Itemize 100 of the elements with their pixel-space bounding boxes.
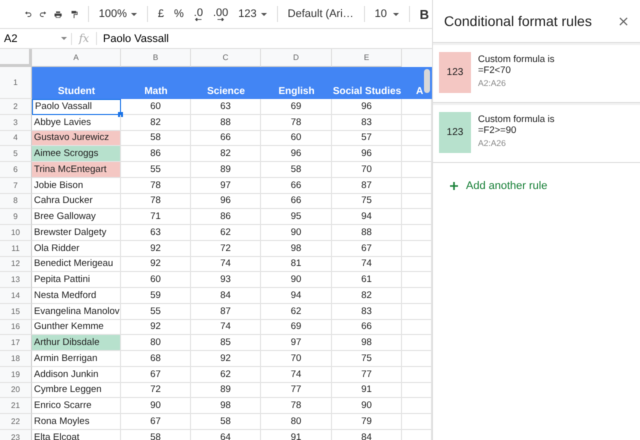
scrollbar-thumb[interactable] [424,69,430,93]
close-icon[interactable] [619,16,628,26]
rule-condition: Custom formula is [478,114,555,125]
rule-range: A2:A26 [478,78,507,88]
table-cell: 92 [121,240,191,256]
table-cell: 82 [191,146,261,162]
row-number[interactable]: 6 [0,162,32,178]
currency-button[interactable]: £ [154,6,168,22]
table-cell: 72 [191,240,261,256]
increase-decimals-button[interactable]: .00 [210,8,232,20]
row-number[interactable]: 23 [0,430,32,440]
table-cell: 70 [332,162,402,178]
row-number[interactable]: 9 [0,209,32,225]
table-cell: Pepita Pattini [32,272,121,288]
table-cell: 62 [261,304,332,320]
row-number[interactable]: 7 [0,178,32,194]
table-cell: 72 [121,382,191,398]
table-cell: 98 [191,398,261,414]
format-preview: 123 [439,112,471,153]
table-cell: 92 [121,320,191,336]
row-number[interactable]: 15 [0,304,32,320]
left-arrow-icon [194,18,202,20]
table-cell: 94 [261,288,332,304]
rule-formula: =F2<70 [478,65,512,76]
font-size-dropdown[interactable]: 10 [372,6,402,22]
row-number[interactable]: 14 [0,288,32,304]
row-number[interactable]: 21 [0,398,32,414]
table-cell: 67 [332,240,402,256]
row-number[interactable]: 20 [0,382,32,398]
table-cell: 91 [261,430,332,440]
table-cell: Rona Moyles [32,414,121,430]
table-cell: 84 [191,288,261,304]
decrease-decimals-button[interactable]: .0 [190,8,206,20]
table-cell: 60 [121,272,191,288]
row-number[interactable]: 3 [0,114,32,130]
table-cell: 78 [121,178,191,194]
table-cell: 83 [332,304,402,320]
add-rule-button[interactable]: Add another rule [450,180,548,192]
row-number[interactable]: 19 [0,366,32,382]
row-number[interactable]: 17 [0,335,32,351]
row-number[interactable]: 22 [0,414,32,430]
table-cell: 67 [121,414,191,430]
table-cell: 68 [121,351,191,367]
table-cell: 83 [332,114,402,130]
table-cell: 84 [332,430,402,440]
row-number[interactable]: 12 [0,256,32,272]
table-cell: 90 [261,272,332,288]
table-cell: 91 [332,382,402,398]
row-number[interactable]: 10 [0,225,32,241]
formula-input[interactable]: Paolo Vassall [97,32,169,44]
table-cell: 74 [191,320,261,336]
format-preview: 123 [439,52,471,93]
row-number[interactable]: 13 [0,272,32,288]
table-cell: 80 [121,335,191,351]
row-number[interactable]: 4 [0,130,32,146]
table-cell: 90 [332,398,402,414]
row-number[interactable]: 18 [0,351,32,367]
number-format-dropdown[interactable]: 123 [235,6,270,22]
table-cell: Cahra Ducker [32,194,121,210]
row-number[interactable]: 8 [0,194,32,210]
font-dropdown[interactable]: Default (Ari… [284,6,357,22]
table-cell: 64 [191,430,261,440]
table-cell: Enrico Scarre [32,398,121,414]
rule-condition: Custom formula is [478,54,555,65]
cell-reference-box[interactable]: A2 [0,32,72,44]
row-number[interactable]: 16 [0,320,32,336]
table-cell: 55 [121,304,191,320]
table-cell: 58 [261,162,332,178]
table-cell: 77 [332,366,402,382]
row-number[interactable]: 11 [0,240,32,256]
table-cell: 71 [121,209,191,225]
table-cell: 96 [332,99,402,115]
table-cell: 59 [121,288,191,304]
table-cell: 60 [261,130,332,146]
table-cell: Gustavo Jurewicz [32,130,121,146]
row-number[interactable]: 5 [0,146,32,162]
bold-button[interactable]: B [416,4,432,24]
table-cell: 90 [261,225,332,241]
table-cell: 58 [191,414,261,430]
table-cell: 69 [261,320,332,336]
zoom-dropdown[interactable]: 100% [96,6,140,22]
table-cell: 90 [121,398,191,414]
header-cell: Math [121,67,191,99]
row-number[interactable]: 2 [0,99,32,115]
table-cell: 61 [332,272,402,288]
table-cell: 86 [191,209,261,225]
row-number[interactable]: 1 [0,67,32,99]
table-cell: 70 [261,351,332,367]
table-cell: 66 [261,194,332,210]
percent-button[interactable]: % [171,6,187,22]
rule-card[interactable]: 123 Custom formula is =F2<70 A2:A26 [433,43,640,103]
table-cell: 98 [261,240,332,256]
table-cell: 86 [121,146,191,162]
table-cell: 89 [191,162,261,178]
rule-card[interactable]: 123 Custom formula is =F2>=90 A2:A26 [433,103,640,163]
table-cell: Jobie Bison [32,178,121,194]
table-cell: 62 [191,366,261,382]
table-cell: 92 [191,351,261,367]
table-cell: 77 [261,382,332,398]
table-cell: 98 [332,335,402,351]
